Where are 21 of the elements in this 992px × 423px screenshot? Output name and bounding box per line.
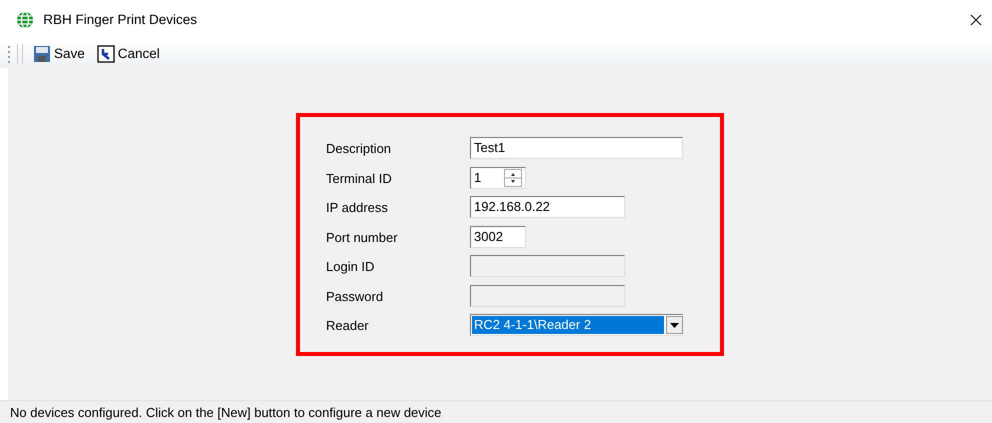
field-label: Description bbox=[326, 140, 392, 158]
spinner-arrows-icon[interactable] bbox=[504, 168, 522, 186]
field-label: Reader bbox=[326, 317, 370, 335]
dropdown-field[interactable]: RC2 4-1-1\Reader 2 bbox=[470, 314, 683, 336]
input-field[interactable]: 3002 bbox=[470, 226, 526, 248]
field-label: Password bbox=[326, 288, 384, 306]
dropdown-caret-icon[interactable] bbox=[666, 316, 683, 334]
toolbar-grip-icon bbox=[8, 45, 11, 63]
spinner-field[interactable]: 1 bbox=[470, 166, 526, 188]
cancel-button[interactable]: Cancel bbox=[92, 44, 164, 64]
input-field[interactable]: Test1 bbox=[470, 137, 683, 159]
field-label: Port number bbox=[326, 228, 399, 246]
window-title: RBH Finger Print Devices bbox=[43, 10, 198, 29]
input-field[interactable]: 192.168.0.22 bbox=[470, 196, 625, 218]
field-label: IP address bbox=[326, 199, 389, 217]
field-label: Terminal ID bbox=[326, 170, 393, 188]
save-button[interactable]: Save bbox=[29, 44, 89, 64]
globe-icon bbox=[16, 11, 34, 29]
field-label: Login ID bbox=[326, 258, 376, 276]
status-text: No devices configured. Click on the [New] button to configure a new device bbox=[0, 400, 992, 423]
close-icon[interactable] bbox=[970, 14, 982, 26]
